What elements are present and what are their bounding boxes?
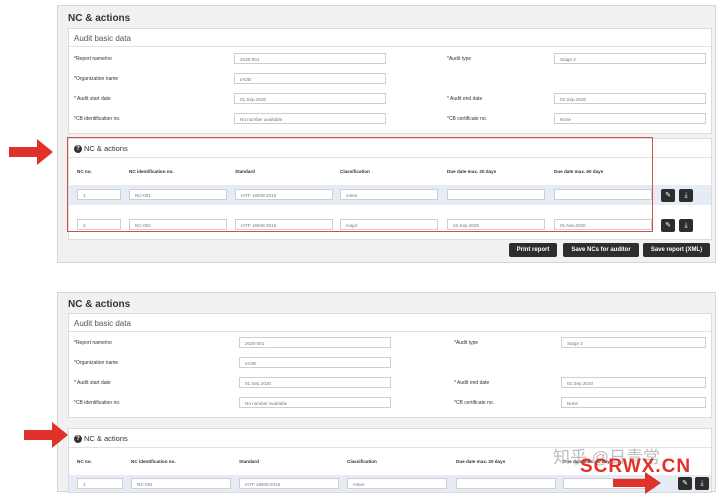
panel-title: NC & actions xyxy=(68,299,131,310)
start-date-field[interactable]: 01.Sep.2020 xyxy=(239,377,391,388)
report-name-field[interactable]: 2020-001 xyxy=(239,337,391,348)
col-due20: Due date max. 20 days xyxy=(456,459,506,464)
col-nc-id: NC identification no. xyxy=(131,459,176,464)
pencil-icon[interactable]: ✎ xyxy=(678,477,692,490)
cb-cert-label: *CB certificate no. xyxy=(447,116,488,122)
cb-cert-field[interactable]: None xyxy=(554,113,706,124)
nc-id-field[interactable]: NC-001 xyxy=(131,478,231,489)
end-date-field[interactable]: 02.Sep.2020 xyxy=(561,377,706,388)
audit-type-field[interactable]: Stage 2 xyxy=(561,337,706,348)
org-name-field[interactable]: IAOB xyxy=(239,357,391,368)
nc-section-title: ? NC & actions xyxy=(74,434,128,444)
end-date-field[interactable]: 02.Sep.2020 xyxy=(554,93,706,104)
download-icon[interactable]: ⤓ xyxy=(679,189,693,202)
col-classification: Classification xyxy=(347,459,377,464)
highlight-box xyxy=(67,137,653,232)
red-arrow-icon xyxy=(24,422,68,448)
end-date-label: * Audit end date xyxy=(447,96,483,102)
cb-id-field[interactable]: No number available xyxy=(239,397,391,408)
save-ncs-button[interactable]: Save NCs for auditor xyxy=(563,243,639,257)
pencil-icon[interactable]: ✎ xyxy=(661,189,675,202)
cb-cert-label: *CB certificate no. xyxy=(454,400,495,406)
col-nc-no: NC no. xyxy=(77,459,92,464)
divider xyxy=(69,331,711,332)
cb-id-label: *CB identification no. xyxy=(74,400,121,406)
pencil-icon[interactable]: ✎ xyxy=(661,219,675,232)
start-date-label: * Audit start date xyxy=(74,96,111,102)
audit-basic-data-section: Audit basic data *Report name/no 2020-00… xyxy=(68,28,712,134)
section-title: Audit basic data xyxy=(74,319,131,328)
download-icon[interactable]: ⤓ xyxy=(695,477,709,490)
nc-no-field[interactable]: 1 xyxy=(77,478,123,489)
red-arrow-icon xyxy=(613,472,661,494)
report-name-label: *Report name/no xyxy=(74,56,112,62)
audit-type-field[interactable]: Stage 2 xyxy=(554,53,706,64)
nc-section-label: NC & actions xyxy=(84,434,128,443)
report-name-label: *Report name/no xyxy=(74,340,112,346)
download-icon[interactable]: ⤓ xyxy=(679,219,693,232)
audit-basic-data-section: Audit basic data *Report name/no 2020-00… xyxy=(68,313,712,418)
audit-type-label: *Audit type xyxy=(454,340,479,346)
divider xyxy=(69,46,711,47)
end-date-label: * Audit end date xyxy=(454,380,490,386)
question-circle-icon[interactable]: ? xyxy=(74,435,82,444)
report-name-field[interactable]: 2020-001 xyxy=(234,53,386,64)
panel-title: NC & actions xyxy=(68,13,131,24)
org-name-field[interactable]: IAOB xyxy=(234,73,386,84)
start-date-label: * Audit start date xyxy=(74,380,111,386)
audit-type-label: *Audit type xyxy=(447,56,472,62)
cb-id-field[interactable]: No number available xyxy=(234,113,386,124)
standard-field[interactable]: IATF 16949:2016 xyxy=(239,478,339,489)
due20-field[interactable] xyxy=(456,478,556,489)
start-date-field[interactable]: 01.Sep.2020 xyxy=(234,93,386,104)
cb-id-label: *CB identification no. xyxy=(74,116,121,122)
col-standard: Standard xyxy=(239,459,259,464)
cb-cert-field[interactable]: None xyxy=(561,397,706,408)
classification-field[interactable]: minor xyxy=(347,478,447,489)
org-name-label: *Organization name xyxy=(74,76,119,82)
print-report-button[interactable]: Print report xyxy=(509,243,557,257)
org-name-label: *Organization name xyxy=(74,360,119,366)
save-report-button[interactable]: Save report (XML) xyxy=(643,243,710,257)
section-title: Audit basic data xyxy=(74,34,131,43)
red-arrow-icon xyxy=(9,139,53,165)
